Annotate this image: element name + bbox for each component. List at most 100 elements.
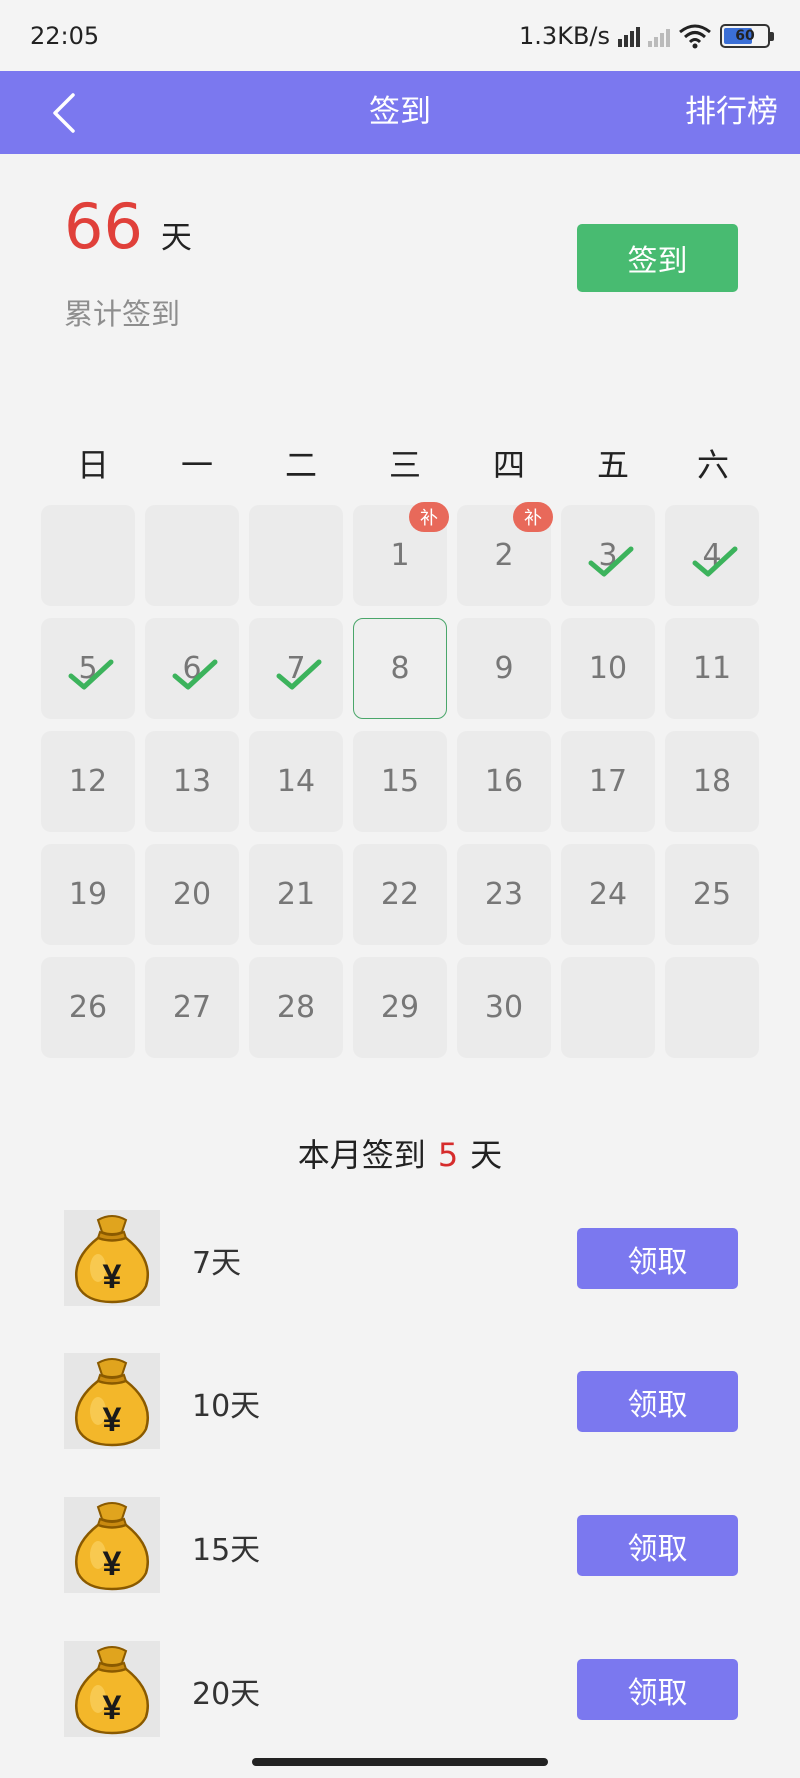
claim-reward-button[interactable]: 领取 <box>577 1659 738 1720</box>
calendar-day-24[interactable]: 24 <box>561 844 655 945</box>
total-days-unit: 天 <box>160 220 192 256</box>
calendar-day-17[interactable]: 17 <box>561 731 655 832</box>
reward-days-label: 7天 <box>192 1246 242 1281</box>
weekday-header: 日 一 二 三 四 五 六 <box>41 440 761 486</box>
weekday-tue: 二 <box>284 446 317 484</box>
reward-row: ¥7天 领取 <box>64 1210 738 1310</box>
calendar-day-number: 8 <box>390 651 410 686</box>
calendar-day-30[interactable]: 30 <box>457 957 551 1058</box>
calendar-day-number: 9 <box>494 651 514 686</box>
reward-row: ¥15天 领取 <box>64 1497 738 1597</box>
calendar-day-1[interactable]: 1补 <box>353 502 449 606</box>
check-icon <box>172 659 218 690</box>
calendar-day-number: 25 <box>692 877 732 912</box>
calendar-day-27[interactable]: 27 <box>145 957 239 1058</box>
total-sign-in-label: 累计签到 <box>64 297 181 331</box>
calendar-day-4[interactable]: 4 <box>665 505 759 606</box>
calendar-week-row: 26 27 28 29 30 <box>41 957 761 1070</box>
check-icon <box>692 546 738 577</box>
calendar-day-18[interactable]: 18 <box>665 731 759 832</box>
hd-signal-icon <box>618 25 640 47</box>
calendar-day-3[interactable]: 3 <box>561 505 655 606</box>
calendar-day-number: 1 <box>390 538 410 573</box>
weekday-thu: 四 <box>492 446 525 484</box>
reward-days-label: 20天 <box>192 1677 261 1712</box>
calendar-day-16[interactable]: 16 <box>457 731 551 832</box>
header-bar: 签到 排行榜 <box>0 71 800 154</box>
calendar-day-28[interactable]: 28 <box>249 957 343 1058</box>
calendar-day-9[interactable]: 9 <box>457 618 551 719</box>
check-icon <box>68 659 114 690</box>
calendar-day-5[interactable]: 5 <box>41 618 135 719</box>
calendar-day-20[interactable]: 20 <box>145 844 239 945</box>
calendar-day-21[interactable]: 21 <box>249 844 343 945</box>
calendar-day-number: 15 <box>380 764 420 799</box>
calendar-day-number: 14 <box>276 764 316 799</box>
claim-reward-button[interactable]: 领取 <box>577 1228 738 1289</box>
weekday-sun: 日 <box>76 446 109 484</box>
network-speed: 1.3KB/s <box>519 21 610 50</box>
calendar-week-row: 1补2补34 <box>41 502 761 618</box>
calendar-day-number: 22 <box>380 877 420 912</box>
claim-reward-button[interactable]: 领取 <box>577 1515 738 1576</box>
calendar-day-number: 19 <box>68 877 108 912</box>
calendar-day-number: 21 <box>276 877 316 912</box>
calendar-day-number: 13 <box>172 764 212 799</box>
svg-text:¥: ¥ <box>103 1258 122 1296</box>
money-bag-icon: ¥ <box>64 1353 160 1449</box>
calendar-day-number: 30 <box>484 990 524 1025</box>
total-days-value: 66 <box>64 190 143 263</box>
calendar-day-number: 11 <box>692 651 732 686</box>
status-bar: 22:05 1.3KB/s 60 <box>0 0 800 71</box>
calendar-week-row: 19 20 21 22 23 24 25 <box>41 844 761 957</box>
calendar-day-number: 20 <box>172 877 212 912</box>
calendar-empty-cell <box>41 505 135 606</box>
month-summary-prefix: 本月签到 <box>297 1136 426 1174</box>
calendar-day-11[interactable]: 11 <box>665 618 759 719</box>
reward-row: ¥20天 领取 <box>64 1641 738 1741</box>
calendar-day-number: 24 <box>588 877 628 912</box>
calendar-day-22[interactable]: 22 <box>353 844 447 945</box>
calendar-day-13[interactable]: 13 <box>145 731 239 832</box>
calendar-week-row: 5 6 7 8 9 10 11 <box>41 618 761 731</box>
calendar-day-number: 26 <box>68 990 108 1025</box>
calendar-day-7[interactable]: 7 <box>249 618 343 719</box>
makeup-sign-in-badge[interactable]: 补 <box>513 502 553 532</box>
calendar-day-number: 2 <box>494 538 514 573</box>
reward-days-label: 15天 <box>192 1533 261 1568</box>
leaderboard-button[interactable]: 排行榜 <box>685 71 778 154</box>
signal-no-service-icon <box>648 25 670 47</box>
calendar-day-29[interactable]: 29 <box>353 957 447 1058</box>
calendar-day-14[interactable]: 14 <box>249 731 343 832</box>
calendar-day-2[interactable]: 2补 <box>457 502 553 606</box>
calendar-day-8[interactable]: 8 <box>353 618 447 719</box>
month-sign-in-count: 5 <box>437 1136 459 1174</box>
makeup-sign-in-badge[interactable]: 补 <box>409 502 449 532</box>
calendar-day-6[interactable]: 6 <box>145 618 239 719</box>
status-time: 22:05 <box>30 21 100 50</box>
calendar-day-12[interactable]: 12 <box>41 731 135 832</box>
calendar-day-number: 17 <box>588 764 628 799</box>
wifi-icon <box>679 24 711 48</box>
calendar-day-number: 27 <box>172 990 212 1025</box>
total-sign-in-count: 66 天 <box>64 190 192 263</box>
money-bag-icon: ¥ <box>64 1497 160 1593</box>
sign-in-button[interactable]: 签到 <box>577 224 738 292</box>
calendar-day-15[interactable]: 15 <box>353 731 447 832</box>
money-bag-icon: ¥ <box>64 1641 160 1737</box>
calendar-day-25[interactable]: 25 <box>665 844 759 945</box>
back-button[interactable] <box>36 85 92 141</box>
sign-in-page: 22:05 1.3KB/s 60 签到 排行榜 66 天 累计签到 签到 日 一… <box>0 0 800 1778</box>
calendar-day-10[interactable]: 10 <box>561 618 655 719</box>
calendar-day-number: 23 <box>484 877 524 912</box>
weekday-wed: 三 <box>388 446 421 484</box>
claim-reward-button[interactable]: 领取 <box>577 1371 738 1432</box>
reward-days-label: 10天 <box>192 1389 261 1424</box>
calendar-day-19[interactable]: 19 <box>41 844 135 945</box>
calendar-day-number: 28 <box>276 990 316 1025</box>
battery-icon: 60 <box>720 23 774 48</box>
check-icon <box>276 659 322 690</box>
calendar-day-26[interactable]: 26 <box>41 957 135 1058</box>
home-indicator[interactable] <box>252 1758 548 1766</box>
calendar-day-23[interactable]: 23 <box>457 844 551 945</box>
